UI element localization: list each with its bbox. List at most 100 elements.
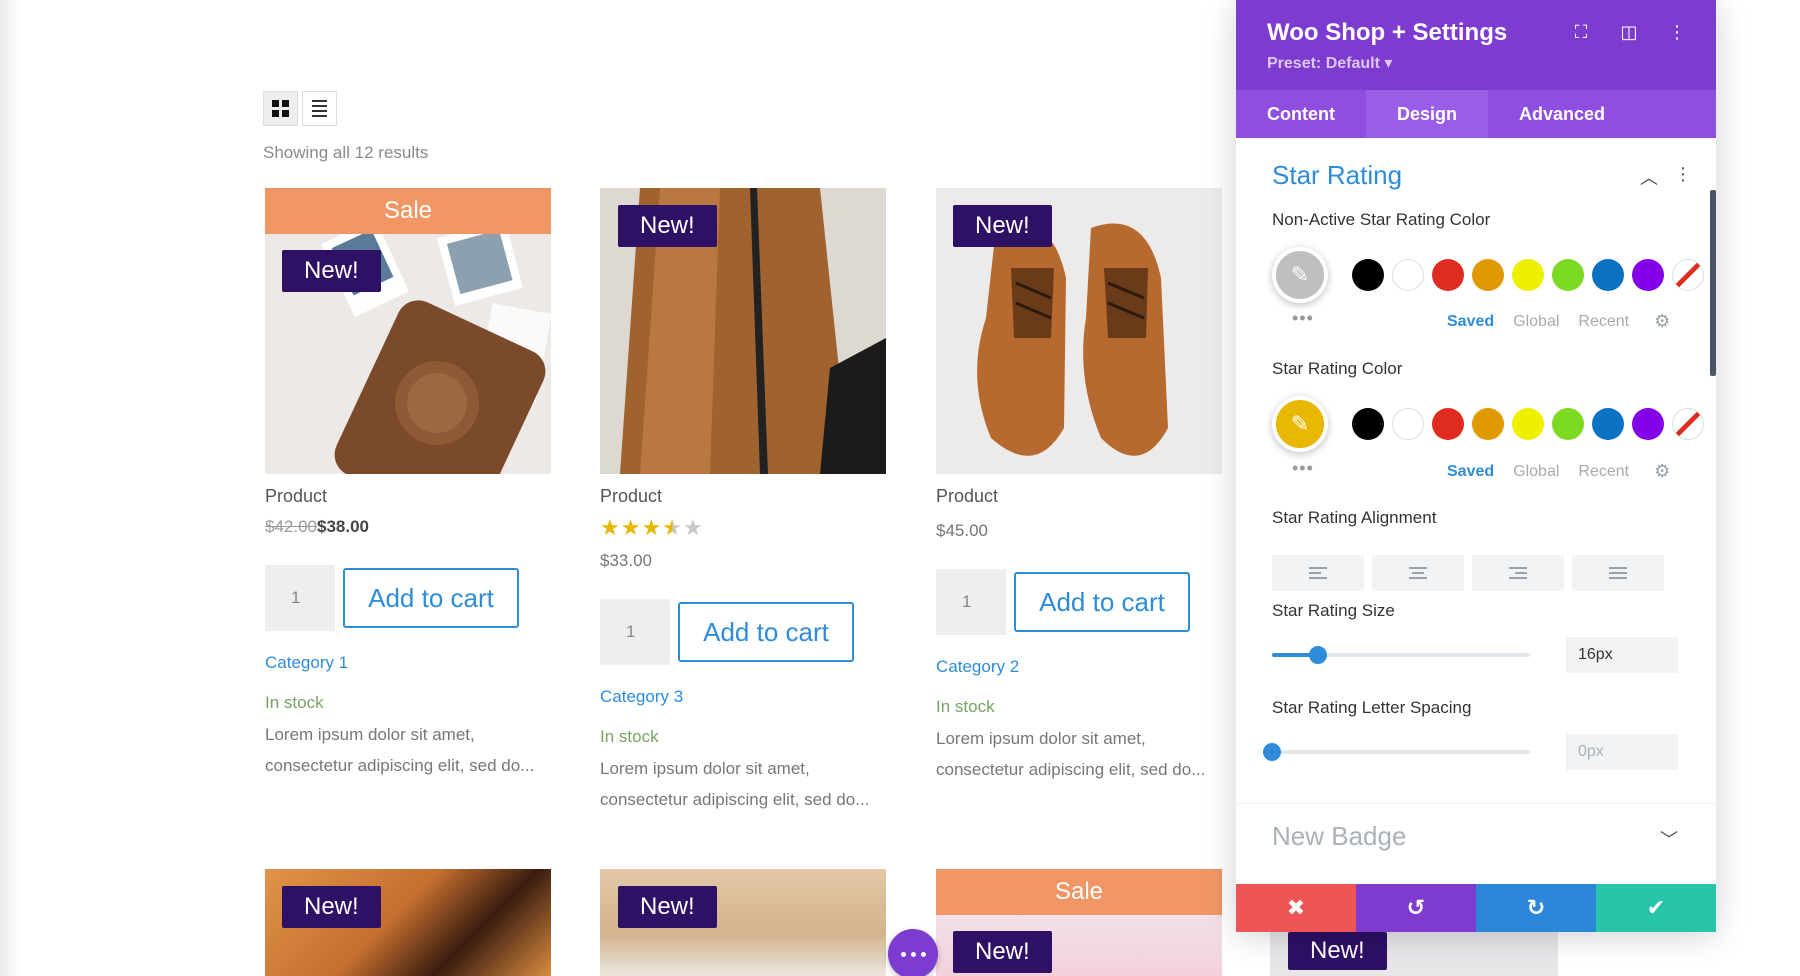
gear-icon[interactable]: ⚙	[1654, 311, 1670, 332]
panel-body: Star Rating ︿ ⋮ Non-Active Star Rating C…	[1236, 138, 1716, 884]
align-center-button[interactable]	[1372, 555, 1464, 591]
swatch-orange[interactable]	[1472, 259, 1504, 291]
stock-status: In stock	[936, 697, 995, 716]
align-justify-icon	[1609, 567, 1627, 579]
panel-tabs: Content Design Advanced	[1236, 90, 1716, 138]
product-title[interactable]: Product	[265, 486, 551, 507]
product-image[interactable]: New!	[600, 188, 886, 474]
product-title[interactable]: Product	[600, 486, 886, 507]
undo-button[interactable]: ↺	[1356, 884, 1476, 932]
list-view-button[interactable]	[302, 91, 337, 126]
add-to-cart-button[interactable]: Add to cart	[1014, 572, 1190, 632]
swatch-blue[interactable]	[1592, 259, 1624, 291]
chevron-down-icon[interactable]: ﹀	[1660, 826, 1678, 852]
page-settings-button[interactable]	[888, 929, 938, 976]
eyedropper-button[interactable]: ✎	[1272, 396, 1328, 452]
redo-button[interactable]: ↻	[1476, 884, 1596, 932]
product-price: $42.00$38.00	[265, 517, 551, 537]
star-size-slider[interactable]	[1272, 646, 1530, 664]
redo-icon: ↻	[1526, 895, 1546, 920]
description-line: consectetur adipiscing elit, sed do...	[265, 756, 535, 775]
new-badge: New!	[618, 205, 717, 247]
align-right-icon	[1509, 567, 1527, 579]
more-dots-icon[interactable]: •••	[1292, 308, 1314, 329]
swatch-black[interactable]	[1352, 408, 1384, 440]
swatch-yellow[interactable]	[1512, 408, 1544, 440]
swatch-red[interactable]	[1432, 408, 1464, 440]
sale-ribbon: Sale	[936, 869, 1222, 915]
new-badge: New!	[618, 886, 717, 928]
save-button[interactable]: ✔	[1596, 884, 1716, 932]
product-image[interactable]: Sale New!	[936, 869, 1222, 976]
grid-view-button[interactable]	[263, 91, 298, 126]
more-dots-icon[interactable]: •••	[1292, 458, 1314, 479]
product-price: $33.00	[600, 551, 652, 570]
category-link[interactable]: Category 3	[600, 687, 886, 707]
eyedropper-button[interactable]: ✎	[1272, 247, 1328, 303]
align-justify-button[interactable]	[1572, 555, 1664, 591]
color-tab-global[interactable]: Global	[1513, 463, 1559, 481]
gear-icon[interactable]: ⚙	[1654, 461, 1670, 482]
slider-handle[interactable]	[1263, 743, 1281, 761]
star-size-input[interactable]: 16px	[1566, 637, 1678, 673]
tab-content[interactable]: Content	[1236, 90, 1366, 138]
product-image[interactable]: New!	[936, 188, 1222, 474]
category-link[interactable]: Category 1	[265, 653, 551, 673]
swatch-green[interactable]	[1552, 408, 1584, 440]
quantity-input[interactable]: 1	[265, 565, 335, 631]
align-right-button[interactable]	[1472, 555, 1564, 591]
swatch-red[interactable]	[1432, 259, 1464, 291]
swatch-green[interactable]	[1552, 259, 1584, 291]
add-to-cart-button[interactable]: Add to cart	[343, 568, 519, 628]
color-tab-global[interactable]: Global	[1513, 313, 1559, 331]
chevron-up-icon[interactable]: ︿	[1640, 164, 1658, 190]
expand-icon[interactable]: ⛶	[1568, 22, 1594, 43]
letter-spacing-slider[interactable]	[1263, 743, 1530, 761]
section-controls: ︿ ⋮	[1640, 164, 1692, 190]
color-tab-saved[interactable]: Saved	[1447, 313, 1494, 331]
align-left-button[interactable]	[1272, 555, 1364, 591]
eyedropper-icon: ✎	[1290, 411, 1310, 436]
tab-advanced[interactable]: Advanced	[1488, 90, 1636, 138]
new-badge: New!	[282, 250, 381, 292]
product-image[interactable]: New!	[265, 869, 551, 976]
panel-scrollbar[interactable]	[1710, 190, 1716, 376]
product-image[interactable]: Sale New!	[265, 188, 551, 474]
swatch-none[interactable]	[1672, 259, 1704, 291]
swatch-white[interactable]	[1392, 408, 1424, 440]
product-price: $45.00	[936, 521, 988, 540]
preset-dropdown[interactable]: Preset: Default ▾	[1267, 53, 1392, 73]
swatch-none[interactable]	[1672, 408, 1704, 440]
slider-handle[interactable]	[1309, 646, 1328, 664]
quantity-input[interactable]: 1	[936, 569, 1006, 635]
swatch-black[interactable]	[1352, 259, 1384, 291]
color-tab-saved[interactable]: Saved	[1447, 463, 1494, 481]
swatch-blue[interactable]	[1592, 408, 1624, 440]
tab-design[interactable]: Design	[1365, 90, 1488, 138]
swatch-purple[interactable]	[1632, 408, 1664, 440]
cart-row: 1 Add to cart	[265, 565, 551, 631]
split-view-icon[interactable]: ◫	[1616, 22, 1642, 43]
product-image[interactable]: New!	[1270, 930, 1558, 976]
product-image[interactable]: New!	[600, 869, 886, 976]
swatch-yellow[interactable]	[1512, 259, 1544, 291]
quantity-input[interactable]: 1	[600, 599, 670, 665]
swatch-orange[interactable]	[1472, 408, 1504, 440]
more-vertical-icon[interactable]: ⋮	[1664, 22, 1690, 43]
swatch-purple[interactable]	[1632, 259, 1664, 291]
more-vertical-icon[interactable]: ⋮	[1674, 164, 1692, 190]
section-title-new-badge[interactable]: New Badge	[1272, 821, 1406, 852]
cancel-button[interactable]: ✖	[1236, 884, 1356, 932]
color-tab-recent[interactable]: Recent	[1578, 313, 1629, 331]
product-title[interactable]: Product	[936, 486, 1222, 507]
swatch-white[interactable]	[1392, 259, 1424, 291]
color-tab-recent[interactable]: Recent	[1578, 463, 1629, 481]
section-title[interactable]: Star Rating	[1272, 160, 1402, 191]
new-badge: New!	[953, 205, 1052, 247]
field-label: Non-Active Star Rating Color	[1272, 210, 1491, 229]
category-link[interactable]: Category 2	[936, 657, 1222, 677]
letter-spacing-input[interactable]: 0px	[1566, 734, 1678, 770]
add-to-cart-button[interactable]: Add to cart	[678, 602, 854, 662]
color-picker-row: ✎	[1272, 396, 1704, 452]
product-card: New! Product $45.00 1 Add to cart Catego…	[936, 188, 1222, 785]
